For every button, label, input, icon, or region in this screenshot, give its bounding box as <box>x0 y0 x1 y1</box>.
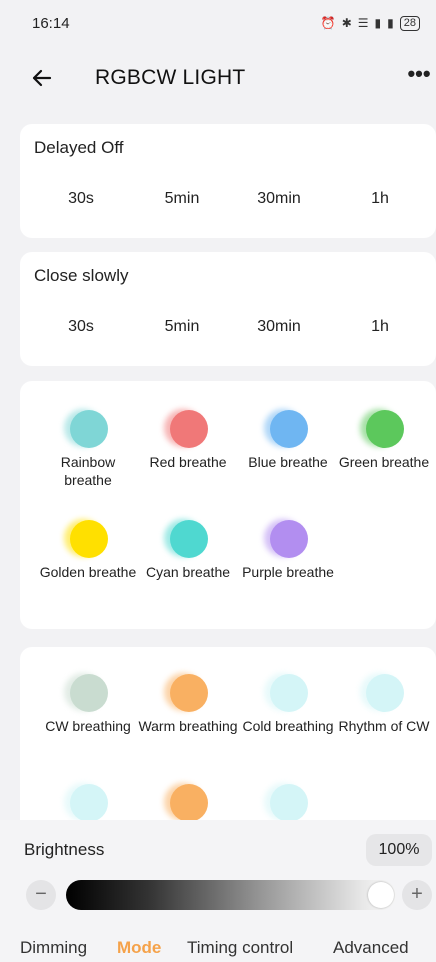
status-bar: 16:14 ⏰ ✱ ☰ ▮ ▮ 28 <box>0 0 436 46</box>
rgb-mode-item[interactable]: Rainbow breathe <box>38 407 138 489</box>
delayed-off-option[interactable]: 5min <box>137 184 227 214</box>
close-slowly-option[interactable]: 30s <box>36 312 126 342</box>
status-time: 16:14 <box>32 14 70 32</box>
page-title: RGBCW LIGHT <box>95 66 246 89</box>
bottom-panel: Brightness 100% − + Dimming Mode Timing … <box>0 820 436 962</box>
cw-mode-color-icon <box>164 781 212 825</box>
rgb-mode-label: Blue breathe <box>248 454 328 470</box>
close-slowly-card: Close slowly 30s 5min 30min 1h <box>20 252 436 366</box>
brightness-decrease-button[interactable]: − <box>26 880 56 910</box>
cw-mode-item[interactable]: Warm breathing <box>138 671 238 735</box>
cw-mode-label: Rhythm of CW <box>338 718 430 734</box>
cw-mode-item[interactable]: Rhythm of CW <box>334 671 434 735</box>
cw-mode-color-icon <box>64 781 112 825</box>
delayed-off-option[interactable]: 30min <box>234 184 324 214</box>
brightness-label: Brightness <box>24 840 105 859</box>
brightness-slider-thumb[interactable] <box>368 882 394 908</box>
rgb-mode-color-icon <box>264 517 312 561</box>
tab-timing-control[interactable]: Timing control <box>187 938 293 958</box>
rgb-mode-color-icon <box>164 407 212 451</box>
rgb-mode-color-icon <box>360 407 408 451</box>
rgb-mode-label: Cyan breathe <box>145 564 231 580</box>
rgb-mode-item[interactable]: Golden breathe <box>38 517 138 581</box>
signal-icon: ▮ <box>374 16 382 30</box>
brightness-value: 100% <box>366 834 432 866</box>
rgb-modes-card: Rainbow breathe Red breathe Blue breathe Gr… <box>20 381 436 629</box>
close-slowly-option[interactable]: 30min <box>234 312 324 342</box>
tab-advanced[interactable]: Advanced <box>333 938 409 958</box>
header: RGBCW LIGHT ••• <box>0 52 436 108</box>
status-icons: ⏰ ✱ ☰ ▮ ▮ 28 <box>320 15 420 31</box>
delayed-off-option[interactable]: 30s <box>36 184 126 214</box>
rgb-mode-label: Rainbow breathe <box>60 454 116 488</box>
rgb-mode-item[interactable]: Red breathe <box>138 407 238 471</box>
cw-mode-label: Cold breathing <box>242 718 334 734</box>
wifi-icon: ☰ <box>357 16 369 30</box>
close-slowly-option[interactable]: 5min <box>137 312 227 342</box>
rgb-mode-item[interactable]: Blue breathe <box>238 407 338 471</box>
signal-icon: ▮ <box>387 16 394 30</box>
tab-dimming[interactable]: Dimming <box>20 938 87 958</box>
rgb-mode-label: Purple breathe <box>242 564 334 580</box>
rgb-mode-color-icon <box>64 517 112 561</box>
rgb-mode-color-icon <box>264 407 312 451</box>
more-options-icon[interactable]: ••• <box>404 63 434 88</box>
rgb-mode-item[interactable]: Green breathe <box>334 407 434 471</box>
rgb-mode-item[interactable]: Cyan breathe <box>138 517 238 581</box>
cw-mode-color-icon <box>64 671 112 715</box>
back-arrow-icon[interactable] <box>30 66 54 90</box>
delayed-off-option[interactable]: 1h <box>335 184 425 214</box>
cw-modes-card: CW breathing Warm breathing Cold breathing… <box>20 647 436 847</box>
cw-mode-label: Warm breathing <box>138 718 238 734</box>
bluetooth-icon: ✱ <box>341 16 352 30</box>
rgb-mode-color-icon <box>64 407 112 451</box>
brightness-increase-button[interactable]: + <box>402 880 432 910</box>
cw-mode-color-icon <box>360 671 408 715</box>
bottom-tabs: Dimming Mode Timing control Advanced <box>0 938 436 962</box>
rgb-mode-label: Golden breathe <box>39 564 137 580</box>
close-slowly-options: 30s 5min 30min 1h <box>20 312 436 342</box>
cw-mode-color-icon <box>164 671 212 715</box>
close-slowly-option[interactable]: 1h <box>335 312 425 342</box>
tab-mode[interactable]: Mode <box>117 938 161 958</box>
close-slowly-title: Close slowly <box>34 266 129 285</box>
delayed-off-card: Delayed Off 30s 5min 30min 1h <box>20 124 436 238</box>
cw-mode-item[interactable]: CW breathing <box>38 671 138 735</box>
cw-mode-color-icon <box>264 781 312 825</box>
rgb-mode-label: Red breathe <box>149 454 227 470</box>
cw-mode-item[interactable]: Cold breathing <box>238 671 338 735</box>
alarm-icon: ⏰ <box>320 16 336 30</box>
battery-icon: 28 <box>399 15 420 31</box>
brightness-slider[interactable] <box>66 880 396 910</box>
delayed-off-title: Delayed Off <box>34 138 124 157</box>
rgb-mode-label: Green breathe <box>338 454 430 470</box>
cw-mode-label: CW breathing <box>45 718 131 734</box>
delayed-off-options: 30s 5min 30min 1h <box>20 184 436 214</box>
rgb-mode-color-icon <box>164 517 212 561</box>
rgb-mode-item[interactable]: Purple breathe <box>238 517 338 581</box>
cw-mode-color-icon <box>264 671 312 715</box>
